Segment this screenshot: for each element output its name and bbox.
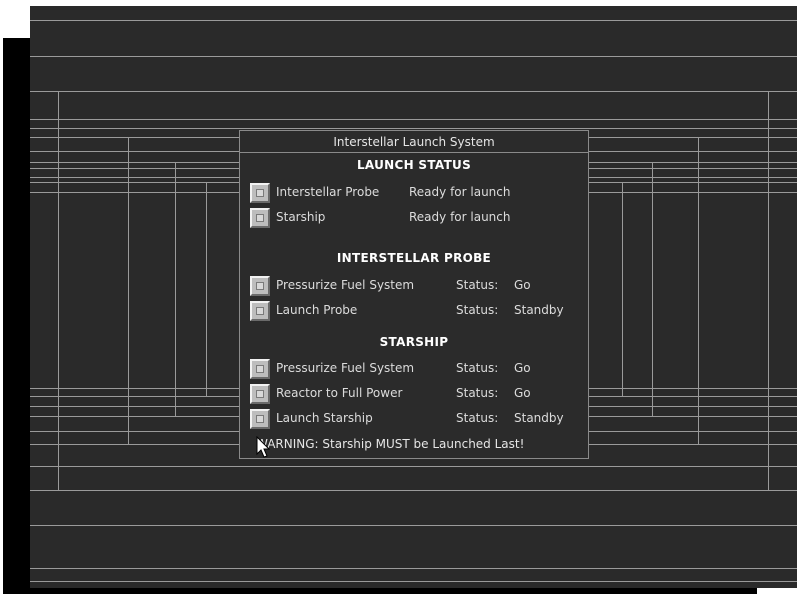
square-checkbox-icon[interactable] — [250, 208, 270, 228]
status-key: Status: — [456, 411, 499, 425]
status-key: Status: — [456, 361, 499, 375]
probe-action-label: Pressurize Fuel System — [276, 278, 415, 292]
launch-status-label: Interstellar Probe — [276, 185, 380, 199]
status-value: Standby — [514, 411, 564, 425]
status-value: Go — [514, 386, 531, 400]
probe-heading: INTERSTELLAR PROBE — [336, 251, 492, 265]
game-screen: Interstellar Launch System LAUNCH STATUS… — [30, 6, 797, 588]
square-checkbox-icon[interactable] — [250, 359, 270, 379]
launch-status-state: Ready for launch — [409, 185, 511, 199]
square-checkbox-icon[interactable] — [250, 183, 270, 203]
probe-action-label: Launch Probe — [276, 303, 358, 317]
launch-system-window: Interstellar Launch System LAUNCH STATUS… — [239, 130, 589, 459]
starship-row-reactor: Reactor to Full Power Status: Go — [250, 384, 580, 406]
probe-row-pressurize: Pressurize Fuel System Status: Go — [250, 276, 580, 298]
status-key: Status: — [456, 303, 499, 317]
launch-status-label: Starship — [276, 210, 326, 224]
square-checkbox-icon[interactable] — [250, 409, 270, 429]
starship-action-label: Launch Starship — [276, 411, 373, 425]
arrow-cursor-icon — [256, 436, 271, 458]
launch-status-heading: LAUNCH STATUS — [356, 158, 472, 172]
status-value: Standby — [514, 303, 564, 317]
launch-status-row-starship: Starship Ready for launch — [250, 208, 580, 230]
starship-heading: STARSHIP — [379, 335, 449, 349]
square-checkbox-icon[interactable] — [250, 384, 270, 404]
starship-action-label: Pressurize Fuel System — [276, 361, 415, 375]
status-value: Go — [514, 361, 531, 375]
launch-status-state: Ready for launch — [409, 210, 511, 224]
launch-status-row-probe: Interstellar Probe Ready for launch — [250, 183, 580, 205]
window-title: Interstellar Launch System — [240, 131, 588, 153]
square-checkbox-icon[interactable] — [250, 301, 270, 321]
status-key: Status: — [456, 386, 499, 400]
warning-message: WARNING: Starship MUST be Launched Last! — [256, 437, 525, 451]
status-value: Go — [514, 278, 531, 292]
square-checkbox-icon[interactable] — [250, 276, 270, 296]
starship-row-pressurize: Pressurize Fuel System Status: Go — [250, 359, 580, 381]
starship-row-launch: Launch Starship Status: Standby — [250, 409, 580, 431]
status-key: Status: — [456, 278, 499, 292]
probe-row-launch: Launch Probe Status: Standby — [250, 301, 580, 323]
starship-action-label: Reactor to Full Power — [276, 386, 403, 400]
